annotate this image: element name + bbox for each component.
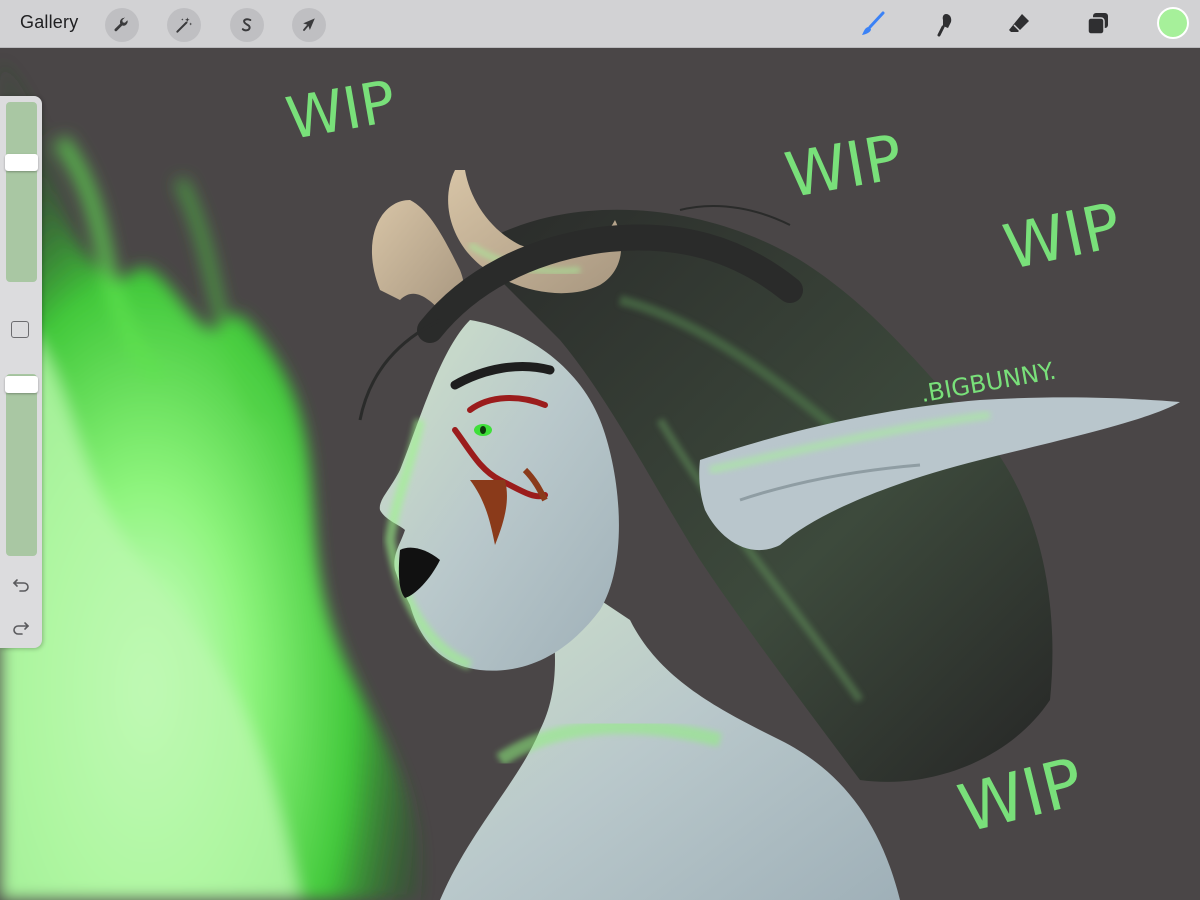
selection-s-icon[interactable]	[230, 8, 264, 42]
left-sidebar	[0, 96, 42, 648]
color-picker-swatch[interactable]	[1157, 7, 1189, 39]
brush-icon[interactable]	[856, 8, 890, 40]
layers-icon[interactable]	[1081, 8, 1115, 40]
undo-icon[interactable]	[8, 574, 34, 596]
artwork-illustration	[0, 60, 1180, 900]
gallery-button[interactable]: Gallery	[20, 12, 78, 33]
transform-arrow-icon[interactable]	[292, 8, 326, 42]
green-flame	[0, 60, 421, 900]
brush-size-slider-thumb[interactable]	[5, 154, 38, 171]
redo-icon[interactable]	[8, 617, 34, 639]
eraser-icon[interactable]	[1002, 8, 1036, 40]
adjustments-magic-wand-icon[interactable]	[167, 8, 201, 42]
brush-size-slider[interactable]	[5, 102, 38, 282]
smudge-icon[interactable]	[929, 8, 963, 40]
modify-square-icon[interactable]	[11, 321, 29, 338]
opacity-slider[interactable]	[5, 374, 38, 556]
top-toolbar: Gallery	[0, 0, 1200, 48]
opacity-slider-thumb[interactable]	[5, 376, 38, 393]
actions-wrench-icon[interactable]	[105, 8, 139, 42]
drawing-canvas[interactable]: WIP WIP WIP WIP .BIGBUNNY.	[0, 48, 1200, 900]
